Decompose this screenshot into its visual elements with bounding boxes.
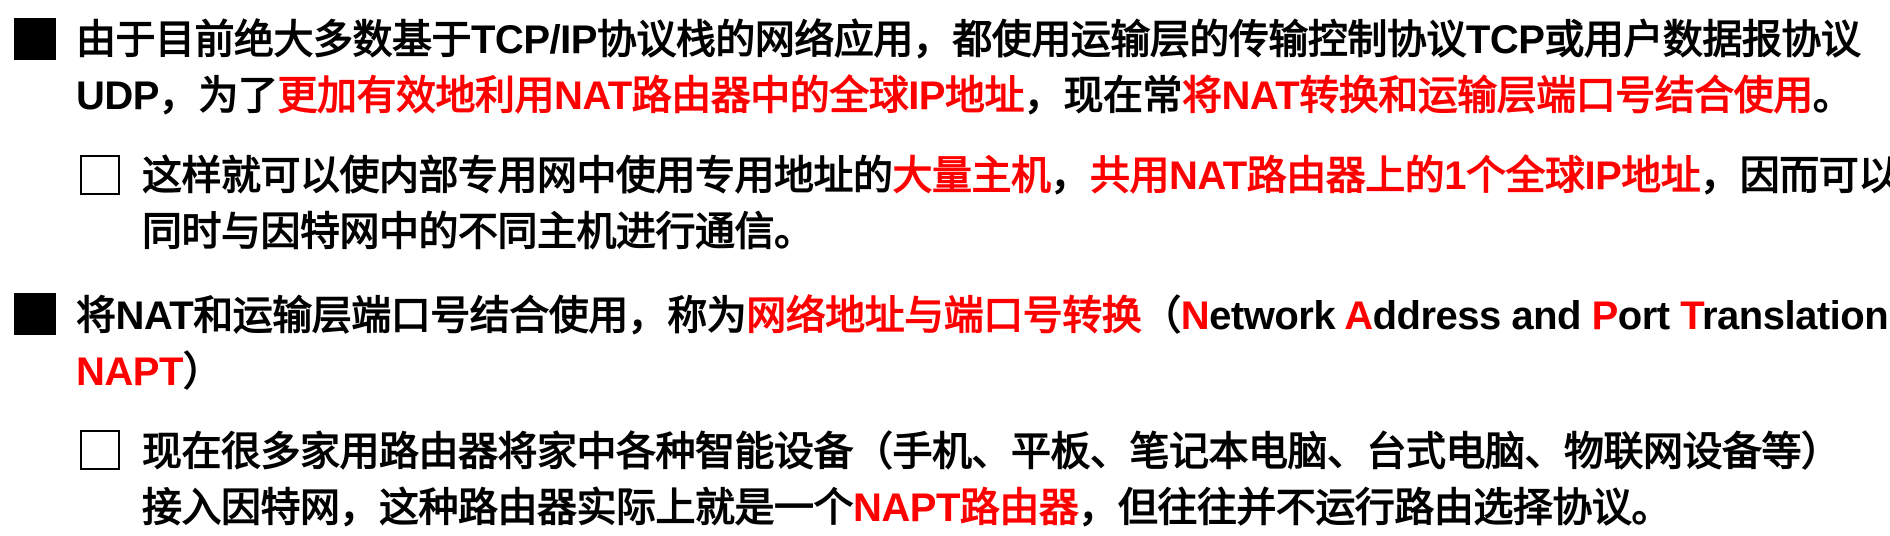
- text-segment: ，但往往并不运行路由选择协议。: [1078, 486, 1671, 530]
- text-line: 将NAT和运输层端口号结合使用，称为网络地址与端口号转换（Network Add…: [76, 288, 1890, 344]
- text-segment: （: [1141, 294, 1181, 338]
- text-segment: ，: [1050, 154, 1091, 198]
- highlighted-text: NAPT路由器: [853, 486, 1079, 530]
- text-segment: 同时与因特网中的不同主机进行通信。: [142, 210, 814, 254]
- highlighted-text: T: [1680, 294, 1702, 338]
- text-segment: ，因而可以: [1700, 154, 1890, 198]
- highlighted-text: 将NAT转换和运输层端口号结合使用: [1181, 74, 1813, 118]
- text-line: UDP，为了更加有效地利用NAT路由器中的全球IP地址，现在常将NAT转换和运输…: [76, 68, 1860, 124]
- sub-bullet-paragraph-1: 这样就可以使内部专用网中使用专用地址的大量主机，共用NAT路由器上的1个全球IP…: [142, 148, 1890, 260]
- highlighted-text: 更加有效地利用NAT路由器中的全球IP地址: [277, 74, 1024, 118]
- text-segment: 现在很多家用路由器将家中各种智能设备（手机、平板、笔记本电脑、台式电脑、物联网设…: [142, 430, 1841, 474]
- highlighted-text: P: [1591, 294, 1619, 338]
- hollow-square-bullet-icon: [80, 155, 120, 195]
- text-segment: 接入因特网，这种路由器实际上就是一个: [142, 486, 854, 530]
- text-segment: ranslation，: [1701, 294, 1890, 338]
- text-segment: etwork: [1209, 294, 1345, 338]
- highlighted-text: NAPT: [76, 350, 183, 394]
- text-segment: ，现在常: [1023, 74, 1183, 118]
- text-line: 这样就可以使内部专用网中使用专用地址的大量主机，共用NAT路由器上的1个全球IP…: [142, 148, 1890, 204]
- text-segment: 这样就可以使内部专用网中使用专用地址的: [142, 154, 893, 198]
- text-line: 接入因特网，这种路由器实际上就是一个NAPT路由器，但往往并不运行路由选择协议。: [142, 480, 1841, 536]
- text-segment: ort: [1617, 294, 1681, 338]
- highlighted-text: 大量主机: [892, 154, 1052, 198]
- bullet-paragraph-2: 将NAT和运输层端口号结合使用，称为网络地址与端口号转换（Network Add…: [76, 288, 1890, 400]
- text-segment: ）: [182, 350, 223, 394]
- text-segment: ddress and: [1372, 294, 1592, 338]
- text-line: 现在很多家用路由器将家中各种智能设备（手机、平板、笔记本电脑、台式电脑、物联网设…: [142, 424, 1841, 480]
- filled-square-bullet-icon: [14, 293, 56, 335]
- text-line: 由于目前绝大多数基于TCP/IP协议栈的网络应用，都使用运输层的传输控制协议TC…: [76, 12, 1861, 68]
- text-line: 同时与因特网中的不同主机进行通信。: [142, 204, 1890, 260]
- filled-square-bullet-icon: [14, 18, 56, 60]
- text-line: NAPT）: [76, 344, 1890, 400]
- text-segment: 将NAT和运输层端口号结合使用，称为: [76, 294, 747, 338]
- bullet-paragraph-1: 由于目前绝大多数基于TCP/IP协议栈的网络应用，都使用运输层的传输控制协议TC…: [76, 12, 1861, 124]
- text-segment: 。: [1812, 74, 1853, 118]
- highlighted-text: 网络地址与端口号转换: [746, 294, 1142, 338]
- highlighted-text: A: [1344, 294, 1373, 338]
- highlighted-text: N: [1180, 294, 1210, 338]
- sub-bullet-paragraph-2: 现在很多家用路由器将家中各种智能设备（手机、平板、笔记本电脑、台式电脑、物联网设…: [142, 424, 1841, 536]
- highlighted-text: 共用NAT路由器上的1个全球IP地址: [1090, 154, 1701, 198]
- text-segment: 由于目前绝大多数基于TCP/IP协议栈的网络应用，都使用运输层的传输控制协议TC…: [76, 18, 1861, 62]
- hollow-square-bullet-icon: [80, 430, 120, 470]
- text-segment: UDP，为了: [76, 74, 278, 118]
